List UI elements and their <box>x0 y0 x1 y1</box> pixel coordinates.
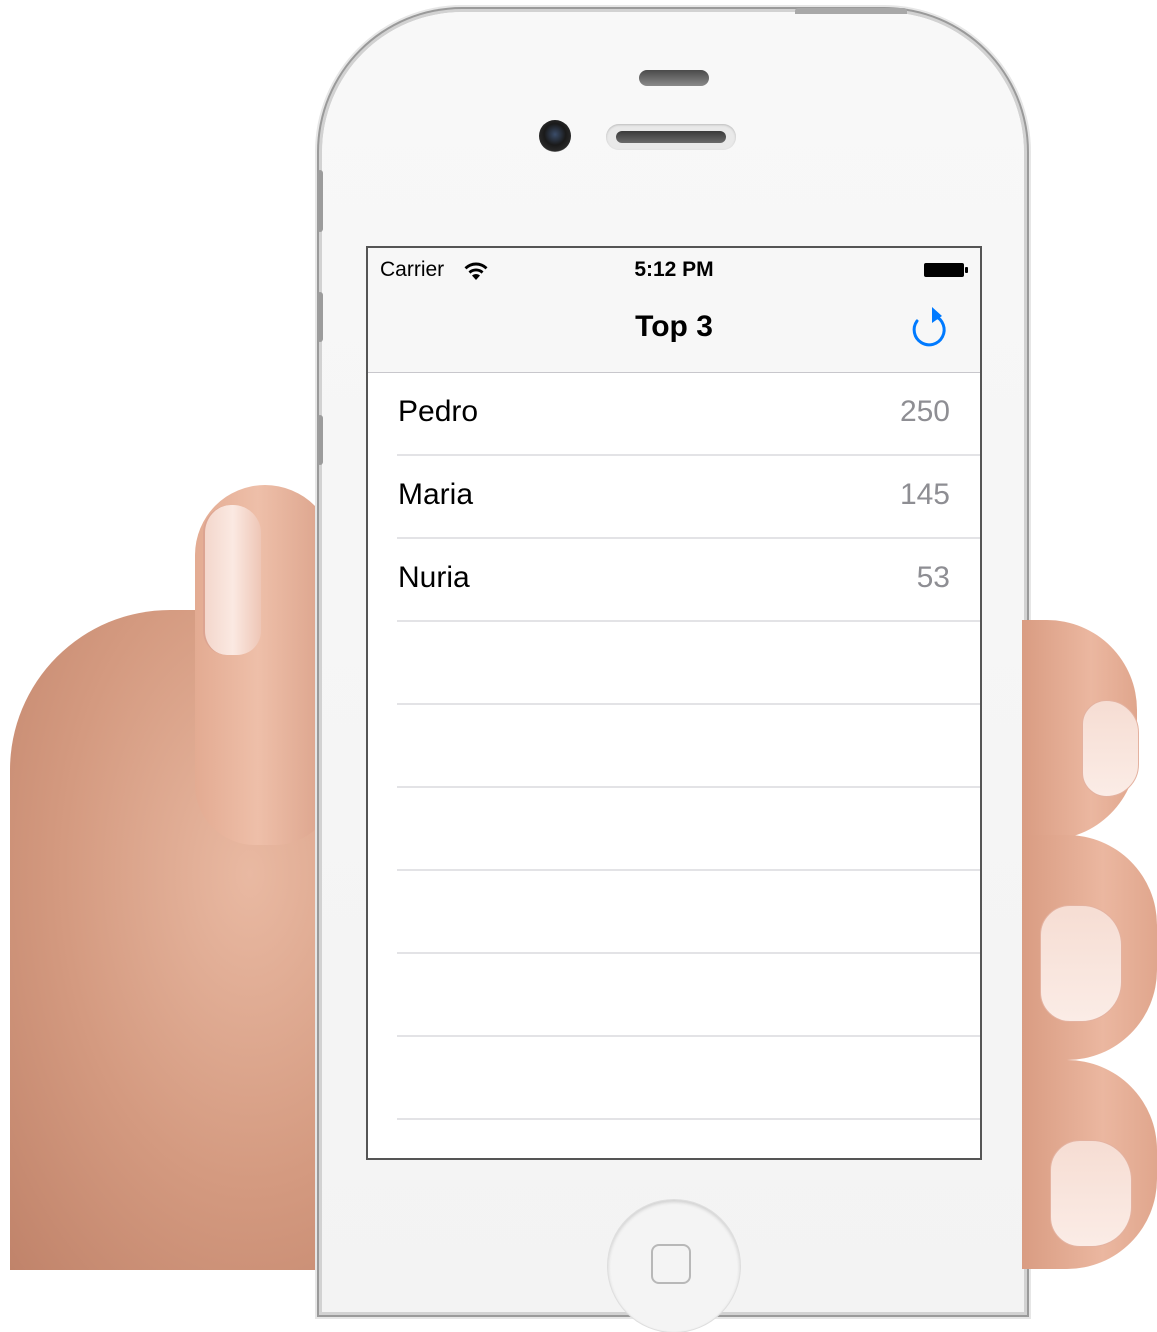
list-item[interactable]: Maria 145 <box>368 456 980 539</box>
earpiece-speaker <box>606 124 736 150</box>
status-time: 5:12 PM <box>634 258 714 281</box>
empty-row <box>368 954 980 1037</box>
page-title: Top 3 <box>635 310 713 343</box>
empty-row <box>368 1037 980 1120</box>
status-bar: Carrier 5:12 PM <box>368 248 980 292</box>
empty-row <box>368 622 980 705</box>
list-item[interactable]: Pedro 250 <box>368 373 980 456</box>
ring-fingernail <box>1050 1140 1132 1247</box>
leaderboard-list: Pedro 250 Maria 145 Nuria 53 <box>368 373 980 1120</box>
player-name: Nuria <box>398 561 470 594</box>
player-name: Maria <box>398 478 474 511</box>
power-button <box>795 8 907 14</box>
front-camera <box>539 120 571 152</box>
empty-row <box>368 871 980 954</box>
list-item[interactable]: Nuria 53 <box>368 539 980 622</box>
empty-row <box>368 705 980 788</box>
player-score: 53 <box>916 561 950 594</box>
player-score: 250 <box>899 395 950 428</box>
middle-fingernail <box>1040 905 1122 1022</box>
volume-up-button <box>317 292 323 342</box>
volume-down-button <box>317 415 323 465</box>
phone-screen: Carrier 5:12 PM Top 3 Pedro 250 Maria 14… <box>366 246 982 1160</box>
refresh-icon[interactable] <box>908 304 952 352</box>
home-button-square-icon <box>651 1244 691 1284</box>
battery-icon <box>924 263 968 277</box>
proximity-sensor <box>639 70 709 86</box>
thumb-nail <box>203 505 261 655</box>
player-name: Pedro <box>398 395 479 428</box>
navigation-bar: Carrier 5:12 PM Top 3 <box>368 248 980 373</box>
index-fingernail <box>1082 700 1139 797</box>
mute-switch <box>317 170 323 232</box>
player-score: 145 <box>899 478 950 511</box>
empty-row <box>368 788 980 871</box>
